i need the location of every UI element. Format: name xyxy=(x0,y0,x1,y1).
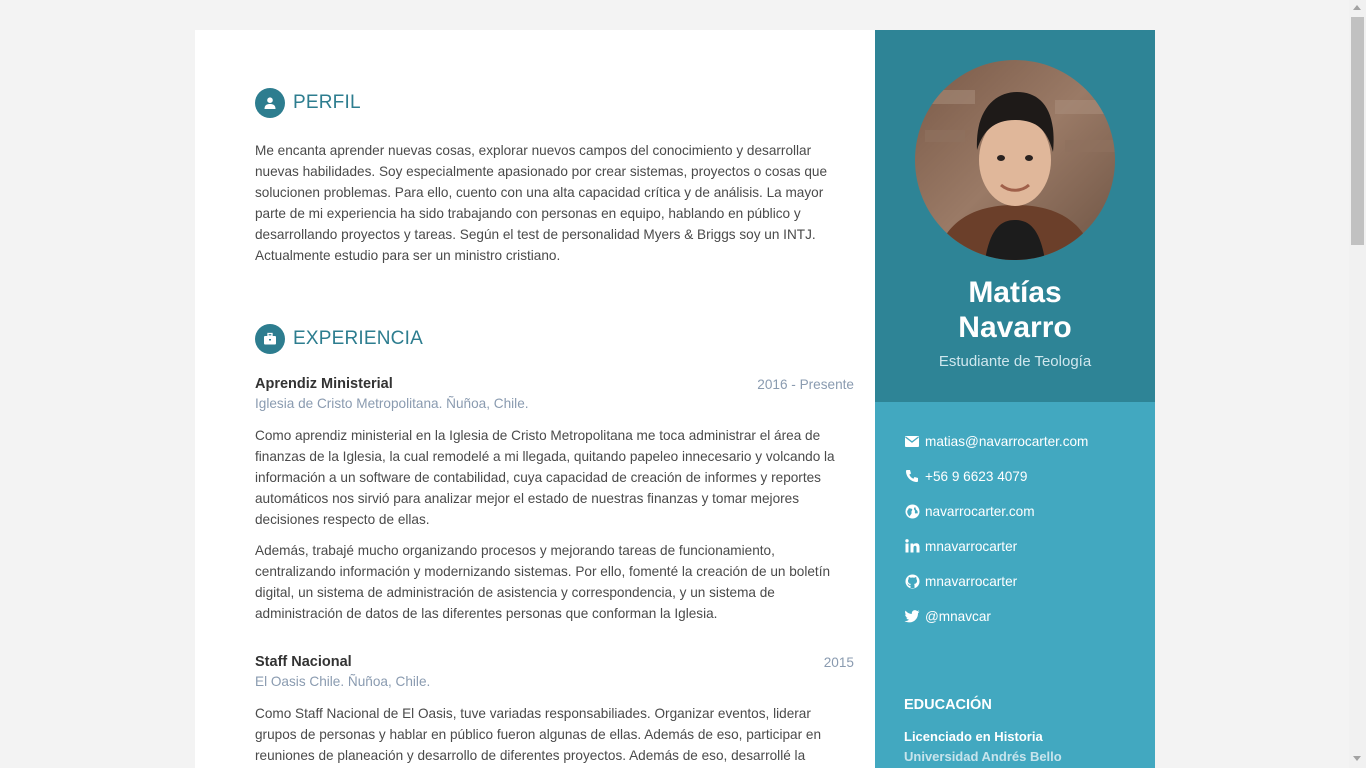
contact-website[interactable]: navarrocarter.com xyxy=(904,503,1035,519)
contact-email[interactable]: matias@navarrocarter.com xyxy=(904,433,1088,449)
scrollbar-thumb[interactable] xyxy=(1351,17,1364,245)
resume-page: PERFIL Me encanta aprender nuevas cosas,… xyxy=(195,30,1155,768)
name-last: Navarro xyxy=(958,311,1072,344)
contact-github-text[interactable]: mnavarrocarter xyxy=(925,574,1017,589)
job-date: 2016 - Presente xyxy=(757,377,854,392)
contact-panel: matias@navarrocarter.com +56 9 6623 4079 xyxy=(875,402,1155,768)
contact-linkedin[interactable]: mnavarrocarter xyxy=(904,538,1017,554)
contact-twitter-text[interactable]: @mnavcar xyxy=(925,609,991,624)
envelope-icon xyxy=(904,433,920,449)
avatar xyxy=(915,60,1115,260)
job-title: Aprendiz Ministerial xyxy=(255,376,393,392)
job-organization: Iglesia de Cristo Metropolitana. Ñuñoa, … xyxy=(255,396,529,411)
main-column: PERFIL Me encanta aprender nuevas cosas,… xyxy=(195,30,875,768)
role-title: Estudiante de Teología xyxy=(938,353,1092,370)
profile-text: Me encanta aprender nuevas cosas, explor… xyxy=(255,143,828,263)
contact-email-text[interactable]: matias@navarrocarter.com xyxy=(925,434,1088,449)
education-heading: EDUCACIÓN xyxy=(904,697,992,713)
linkedin-icon xyxy=(904,538,920,554)
job-description: Además, trabajé mucho organizando proces… xyxy=(255,543,831,621)
scroll-up-arrow-icon[interactable] xyxy=(1353,5,1361,10)
briefcase-icon xyxy=(255,324,285,354)
scroll-down-arrow-icon[interactable] xyxy=(1353,756,1361,761)
profile-heading: PERFIL xyxy=(255,87,361,119)
education-degree: Licenciado en Historia xyxy=(904,729,1043,744)
sidebar-header: Matías Navarro Estudiante de Teología xyxy=(875,30,1155,402)
job-title: Staff Nacional xyxy=(255,654,352,670)
name-first: Matías xyxy=(968,276,1062,309)
experience-heading: EXPERIENCIA xyxy=(255,323,423,355)
vertical-scrollbar[interactable] xyxy=(1349,0,1366,768)
phone-icon xyxy=(904,468,920,484)
job-date: 2015 xyxy=(823,655,854,670)
contact-phone-text[interactable]: +56 9 6623 4079 xyxy=(925,469,1027,484)
user-icon xyxy=(255,88,285,118)
contact-phone[interactable]: +56 9 6623 4079 xyxy=(904,468,1027,484)
job-description: Como Staff Nacional de El Oasis, tuve va… xyxy=(255,706,822,763)
contact-github[interactable]: mnavarrocarter xyxy=(904,573,1017,589)
profile-title: PERFIL xyxy=(293,92,361,113)
education-school: Universidad Andrés Bello xyxy=(904,749,1062,764)
sidebar: Matías Navarro Estudiante de Teología ma… xyxy=(875,30,1155,768)
contact-twitter[interactable]: @mnavcar xyxy=(904,608,991,624)
globe-icon xyxy=(904,503,920,519)
contact-linkedin-text[interactable]: mnavarrocarter xyxy=(925,539,1017,554)
twitter-icon xyxy=(904,608,920,624)
job-description: Como aprendiz ministerial en la Iglesia … xyxy=(255,428,835,527)
github-icon xyxy=(904,573,920,589)
job-organization: El Oasis Chile. Ñuñoa, Chile. xyxy=(255,674,431,689)
contact-website-text[interactable]: navarrocarter.com xyxy=(925,504,1035,519)
experience-title: EXPERIENCIA xyxy=(293,328,423,349)
